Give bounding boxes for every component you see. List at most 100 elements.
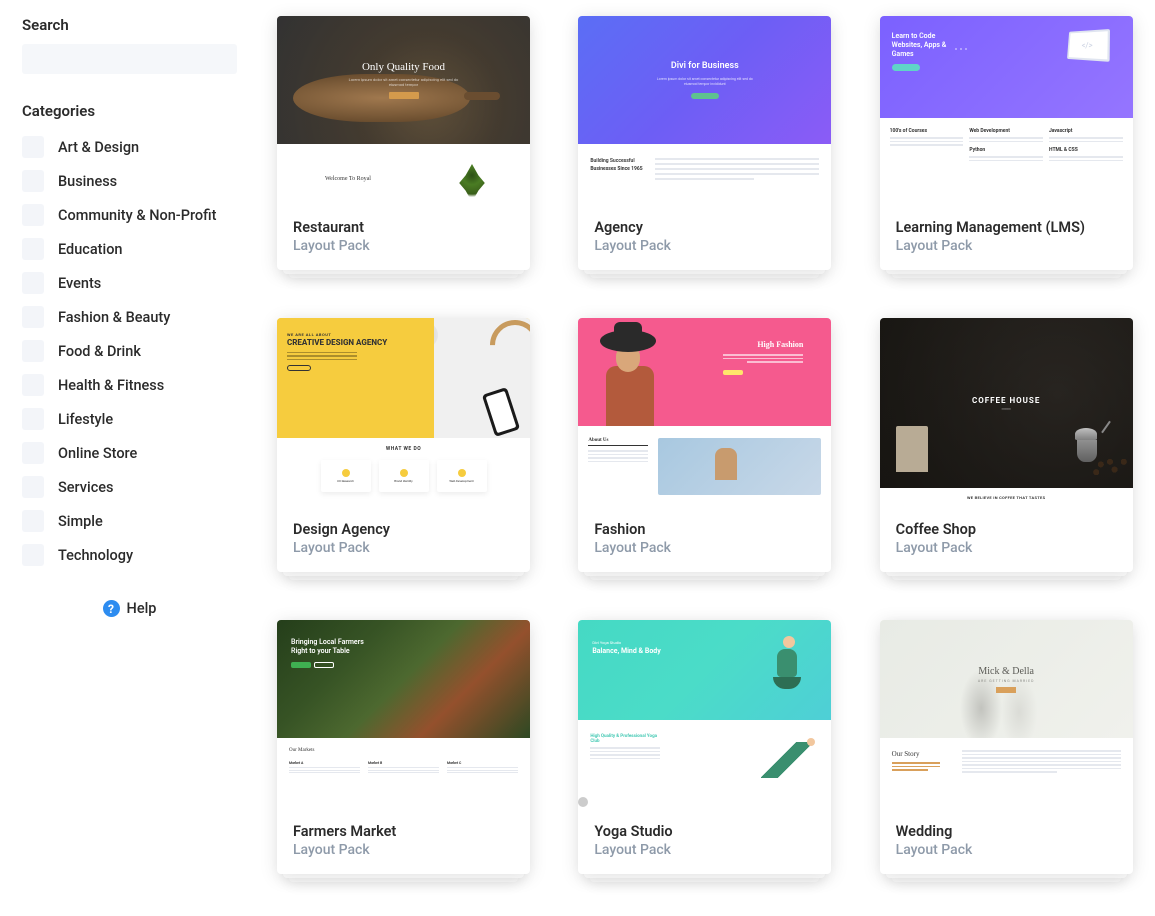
thumb-cta-button (723, 370, 743, 375)
category-services[interactable]: Services (22, 470, 237, 504)
layout-card-fashion[interactable]: High Fashion About Us Fashion Layou (578, 318, 831, 572)
layout-title: Fashion (594, 521, 815, 538)
help-link[interactable]: ? Help (22, 600, 237, 617)
checkbox-icon[interactable] (22, 340, 44, 362)
checkbox-icon[interactable] (22, 408, 44, 430)
thumb-lower-title: Our Story (892, 750, 952, 758)
checkbox-icon[interactable] (22, 306, 44, 328)
avatar-icon (578, 797, 588, 807)
checkbox-icon[interactable] (22, 510, 44, 532)
thumb-hero-title: High Fashion (757, 340, 803, 349)
thumb-cta-button (996, 687, 1016, 693)
thumb-lower-col-2b: Python (969, 147, 1043, 153)
placeholder-text-lines (969, 137, 1043, 142)
checkbox-icon[interactable] (22, 170, 44, 192)
checkbox-icon[interactable] (22, 136, 44, 158)
category-label: Fashion & Beauty (58, 309, 170, 326)
layout-subtitle: Layout Pack (896, 238, 1117, 254)
thumb-lower-title: High Quality & Professional Yoga Club (590, 734, 660, 744)
thumb-hero-title: Mick & Della (978, 666, 1034, 677)
categories-heading: Categories (22, 102, 237, 120)
herb-graphic (456, 164, 488, 202)
placeholder-text-lines (890, 137, 964, 146)
layout-thumbnail: High Fashion About Us (578, 318, 831, 507)
category-simple[interactable]: Simple (22, 504, 237, 538)
category-fashion-beauty[interactable]: Fashion & Beauty (22, 300, 237, 334)
checkbox-icon[interactable] (22, 238, 44, 260)
layout-card-coffee-shop[interactable]: COFFEE HOUSE ━━━━━ WE BELIEVE IN COFFEE … (880, 318, 1133, 572)
market-col-3: Market C (447, 761, 518, 775)
layout-title: Design Agency (293, 521, 514, 538)
checkbox-icon[interactable] (22, 204, 44, 226)
categories-section: Categories Art & Design Business Communi… (22, 102, 237, 572)
thumb-lower-title: Welcome To Royal (325, 176, 371, 182)
category-business[interactable]: Business (22, 164, 237, 198)
thumb-cta-button (892, 64, 920, 71)
category-education[interactable]: Education (22, 232, 237, 266)
placeholder-text-lines (1049, 156, 1123, 161)
feature-box-3: Web Development (437, 460, 487, 492)
layout-card-wedding[interactable]: Mick & Della ARE GETTING MARRIED Our Sto… (880, 620, 1133, 874)
category-online-store[interactable]: Online Store (22, 436, 237, 470)
checkbox-icon[interactable] (22, 272, 44, 294)
layout-subtitle: Layout Pack (293, 540, 514, 556)
checkbox-icon[interactable] (22, 374, 44, 396)
category-events[interactable]: Events (22, 266, 237, 300)
market-col-2: Market B (368, 761, 439, 775)
search-heading: Search (22, 16, 237, 34)
thumb-lower-title: WE BELIEVE IN COFFEE THAT TASTES (880, 488, 1133, 507)
layout-title: Yoga Studio (594, 823, 815, 840)
thumb-cta-button-primary (291, 662, 311, 668)
headphone-graphic (480, 318, 530, 380)
category-label: Services (58, 479, 114, 496)
layout-title: Agency (594, 219, 815, 236)
thumb-hero-subtitle: Lorem ipsum dolor sit amet consectetur a… (349, 77, 459, 87)
layout-card-lms[interactable]: Learn to Code Websites, Apps & Games </>… (880, 16, 1133, 270)
checkbox-icon[interactable] (22, 476, 44, 498)
category-art-design[interactable]: Art & Design (22, 130, 237, 164)
fashion-model-graphic (598, 328, 660, 426)
phone-graphic (482, 387, 520, 437)
layout-card-design-agency[interactable]: WE ARE ALL ABOUT CREATIVE DESIGN AGENCY … (277, 318, 530, 572)
category-label: Food & Drink (58, 343, 141, 360)
thumb-lower-text-1: Building Successful (590, 158, 645, 164)
thumb-cta-button (389, 92, 419, 99)
layout-grid: Only Quality Food Lorem ipsum dolor sit … (277, 16, 1133, 874)
help-label: Help (127, 600, 157, 617)
layout-thumbnail: Only Quality Food Lorem ipsum dolor sit … (277, 16, 530, 205)
thumb-hero-subtitle: ARE GETTING MARRIED (978, 679, 1035, 683)
placeholder-text-lines (969, 156, 1043, 161)
category-list: Art & Design Business Community & Non-Pr… (22, 130, 237, 572)
category-label: Business (58, 173, 117, 190)
layout-subtitle: Layout Pack (293, 842, 514, 858)
layout-title: Wedding (896, 823, 1117, 840)
checkbox-icon[interactable] (22, 544, 44, 566)
layout-thumbnail: WE ARE ALL ABOUT CREATIVE DESIGN AGENCY … (277, 318, 530, 507)
fashion-image-graphic (658, 438, 821, 495)
category-label: Art & Design (58, 139, 139, 156)
layout-thumbnail: Bringing Local Farmers Right to your Tab… (277, 620, 530, 809)
category-lifestyle[interactable]: Lifestyle (22, 402, 237, 436)
layout-subtitle: Layout Pack (896, 540, 1117, 556)
checkbox-icon[interactable] (22, 442, 44, 464)
placeholder-text-lines (723, 354, 803, 365)
thumb-cta-button (691, 93, 719, 99)
coffee-beans-graphic (1087, 454, 1133, 480)
category-technology[interactable]: Technology (22, 538, 237, 572)
layout-thumbnail: Mick & Della ARE GETTING MARRIED Our Sto… (880, 620, 1133, 809)
yoga-person-graphic (777, 636, 801, 689)
category-health-fitness[interactable]: Health & Fitness (22, 368, 237, 402)
category-community-non-profit[interactable]: Community & Non-Profit (22, 198, 237, 232)
layout-card-yoga-studio[interactable]: Divi Yoga Studio Balance, Mind & Body Hi… (578, 620, 831, 874)
category-label: Events (58, 275, 101, 292)
sidebar: Search Categories Art & Design Business … (22, 16, 237, 874)
layout-card-agency[interactable]: Divi for Business Lorem ipsum dolor sit … (578, 16, 831, 270)
dots-graphic (955, 48, 967, 50)
layout-card-restaurant[interactable]: Only Quality Food Lorem ipsum dolor sit … (277, 16, 530, 270)
layout-thumbnail: Learn to Code Websites, Apps & Games </>… (880, 16, 1133, 205)
category-food-drink[interactable]: Food & Drink (22, 334, 237, 368)
layout-card-farmers-market[interactable]: Bringing Local Farmers Right to your Tab… (277, 620, 530, 874)
category-label: Health & Fitness (58, 377, 164, 394)
search-input[interactable] (22, 44, 237, 74)
thumb-lower-col-3: Javascript (1049, 128, 1123, 134)
